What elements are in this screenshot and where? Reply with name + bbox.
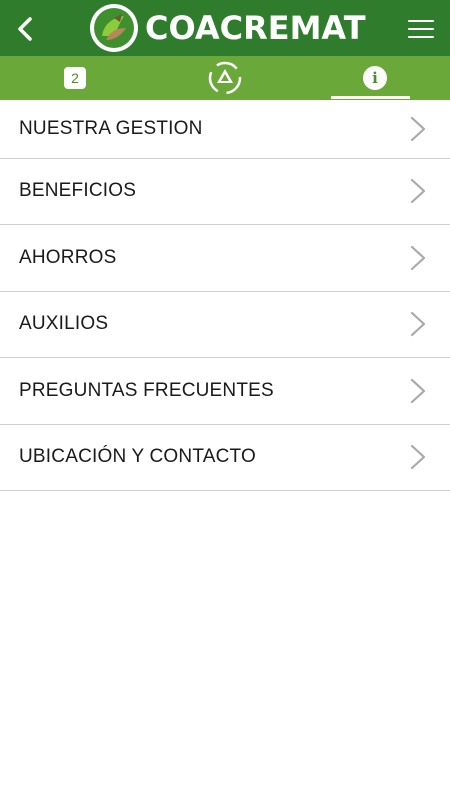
menu-item-auxilios[interactable]: AUXILIOS (0, 292, 450, 358)
recycle-triangle-icon (208, 61, 242, 95)
menu-item-ubicacion-contacto[interactable]: UBICACIÓN Y CONTACTO (0, 425, 450, 491)
active-tab-indicator (331, 96, 410, 99)
menu-item-label: AHORROS (19, 246, 117, 268)
menu-item-preguntas-frecuentes[interactable]: PREGUNTAS FRECUENTES (0, 358, 450, 425)
tab-info[interactable]: i (300, 56, 450, 100)
back-button[interactable] (8, 12, 42, 46)
menu-item-ahorros[interactable]: AHORROS (0, 225, 450, 292)
chevron-right-icon (410, 116, 426, 141)
chevron-right-icon (410, 378, 426, 403)
info-icon: i (363, 66, 387, 90)
chevron-right-icon (410, 245, 426, 270)
hamburger-menu-button[interactable] (402, 14, 440, 44)
hamburger-menu-icon-bar (408, 28, 434, 30)
chevron-right-icon (410, 179, 426, 204)
app-header: COACREMAT (0, 0, 450, 56)
chevron-right-icon (410, 312, 426, 337)
menu-item-nuestra-gestion[interactable]: NUESTRA GESTION (0, 100, 450, 159)
menu-item-beneficios[interactable]: BENEFICIOS (0, 159, 450, 225)
menu-list: NUESTRA GESTION BENEFICIOS AHORROS AUXIL… (0, 100, 450, 491)
menu-item-label: PREGUNTAS FRECUENTES (19, 379, 274, 401)
tab-bar: 2 i (0, 56, 450, 100)
hamburger-menu-icon-bar (408, 20, 434, 22)
coacremat-logo-icon (94, 8, 134, 48)
chevron-right-icon (410, 445, 426, 470)
menu-item-label: NUESTRA GESTION (19, 117, 203, 139)
menu-item-label: AUXILIOS (19, 313, 109, 335)
hamburger-menu-icon-bar (408, 36, 434, 38)
menu-item-label: UBICACIÓN Y CONTACTO (19, 446, 256, 468)
menu-item-label: BENEFICIOS (19, 180, 137, 202)
chevron-left-icon (18, 17, 32, 41)
tab-home[interactable] (150, 56, 300, 100)
brand-title: COACREMAT (145, 9, 366, 47)
notification-badge: 2 (64, 67, 86, 89)
tab-notifications[interactable]: 2 (0, 56, 150, 100)
brand-logo (90, 4, 138, 52)
